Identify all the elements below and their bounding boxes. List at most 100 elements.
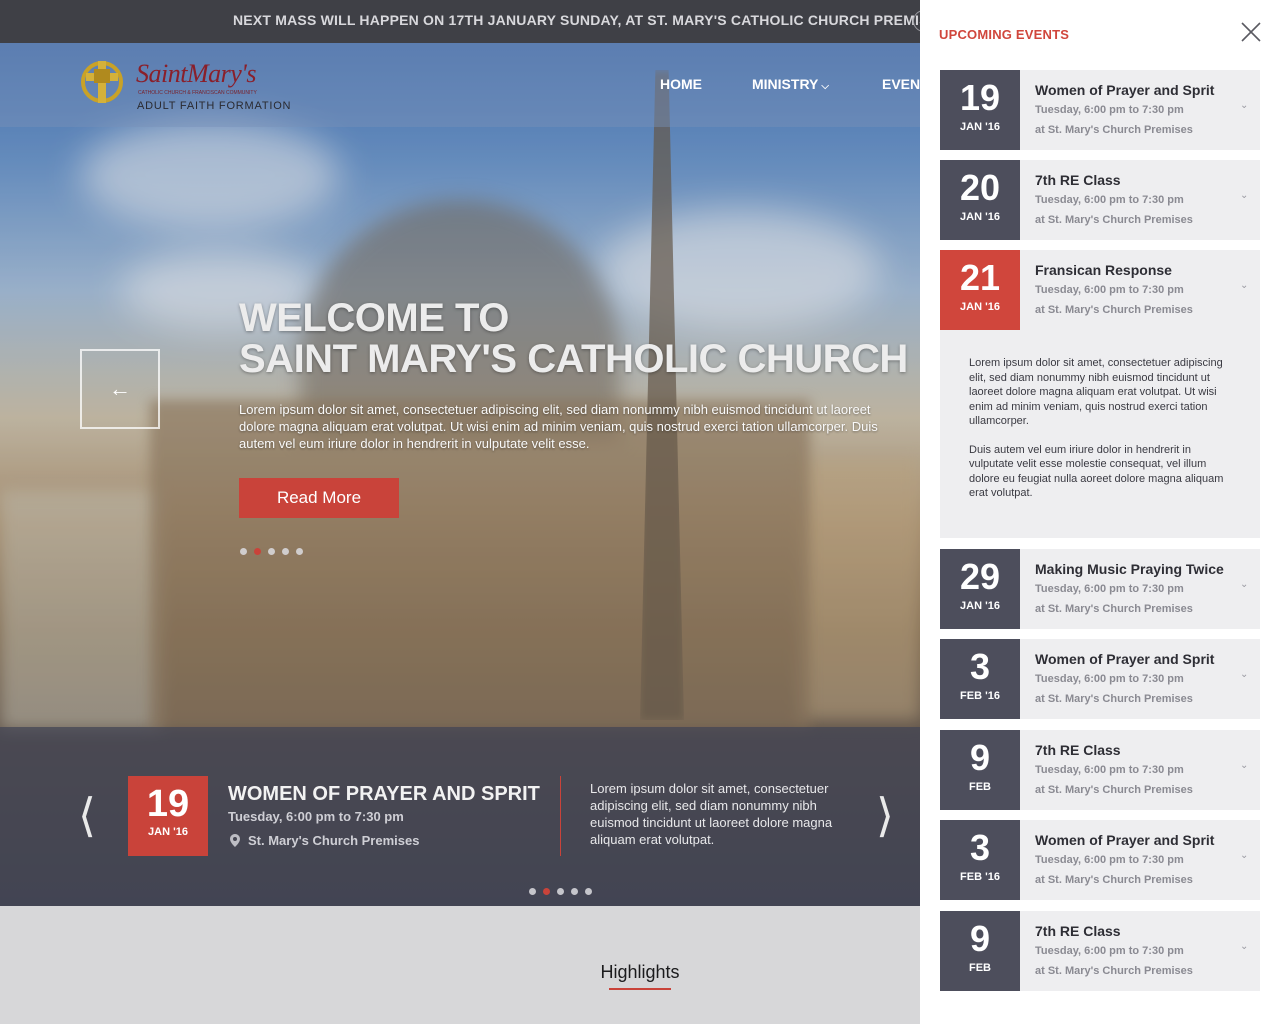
featured-event-description: Lorem ipsum dolor sit amet, consectetuer… (590, 781, 833, 847)
event-day: 9 (969, 918, 991, 959)
event-card-active[interactable]: 21 JAN '16 Fransican Response Tuesday, 6:… (940, 250, 1260, 330)
site-logo[interactable]: SaintMary's CATHOLIC CHURCH & FRANCISCAN… (80, 53, 291, 117)
slider-dot[interactable] (240, 548, 247, 555)
event-card[interactable]: 3 FEB '16 Women of Prayer and Sprit Tuesd… (940, 820, 1260, 900)
event-card[interactable]: 19 JAN '16 Women of Prayer and Sprit Tues… (940, 70, 1260, 150)
close-icon[interactable] (1239, 20, 1263, 44)
map-pin-icon (230, 834, 240, 847)
event-date-box: 9 FEB (940, 730, 1020, 810)
featured-event-time: Tuesday, 6:00 pm to 7:30 pm (228, 809, 404, 824)
event-date-box: 3 FEB '16 (940, 820, 1020, 900)
event-month: JAN '16 (960, 211, 1000, 223)
upcoming-events-panel: UPCOMING EVENTS 19 JAN '16 Women of Praye… (920, 0, 1280, 1024)
featured-event-date: 19 JAN '16 (128, 776, 208, 856)
chevron-down-icon[interactable]: ⌄ (1240, 850, 1248, 861)
event-title: Women of Prayer and Sprit (1035, 832, 1215, 848)
chevron-down-icon[interactable]: ⌄ (1240, 760, 1248, 771)
announcement-bar: NEXT MASS WILL HAPPEN ON 17TH JANUARY SU… (0, 0, 942, 43)
chevron-down-icon[interactable]: ⌄ (1240, 280, 1248, 291)
cross-emblem-icon (81, 61, 123, 103)
slider-dot-active[interactable] (254, 548, 261, 555)
nav-ministry[interactable]: MINISTRY ⌵ (752, 76, 829, 96)
slider-prev-button[interactable]: ← (80, 349, 160, 429)
featured-event-strip: ⟨ 19 JAN '16 WOMEN OF PRAYER AND SPRIT T… (0, 727, 920, 906)
event-details-paragraph: Duis autem vel eum iriure dolor in hendr… (969, 443, 1224, 500)
chevron-down-icon[interactable]: ⌄ (1240, 579, 1248, 590)
event-day: 3 (969, 827, 991, 868)
divider (560, 776, 561, 856)
slider-dot[interactable] (268, 548, 275, 555)
slider-dot-active[interactable] (543, 888, 550, 895)
event-day: 3 (969, 646, 991, 687)
hero-title-line2: SAINT MARY'S CATHOLIC CHURCH (239, 337, 908, 381)
event-details-expanded: Lorem ipsum dolor sit amet, consectetuer… (940, 330, 1260, 538)
featured-event-title[interactable]: WOMEN OF PRAYER AND SPRIT (228, 783, 540, 806)
event-next-button[interactable]: ⟩ (876, 792, 894, 838)
nav-ministry-label: MINISTRY (752, 76, 819, 92)
event-place: at St. Mary's Church Premises (1035, 784, 1193, 796)
event-day: 9 (969, 737, 991, 778)
nav-events[interactable]: EVENTS (882, 76, 920, 96)
chevron-right-icon: ⟩ (876, 788, 894, 842)
event-place: at St. Mary's Church Premises (1035, 693, 1193, 705)
event-time: Tuesday, 6:00 pm to 7:30 pm (1035, 104, 1184, 116)
event-place: at St. Mary's Church Premises (1035, 304, 1193, 316)
event-time: Tuesday, 6:00 pm to 7:30 pm (1035, 583, 1184, 595)
event-card[interactable]: 9 FEB 7th RE Class Tuesday, 6:00 pm to 7:… (940, 911, 1260, 991)
event-card[interactable]: 3 FEB '16 Women of Prayer and Sprit Tuesd… (940, 639, 1260, 719)
chevron-down-icon[interactable]: ⌄ (1240, 941, 1248, 952)
featured-event-place: St. Mary's Church Premises (230, 833, 419, 848)
event-title: 7th RE Class (1035, 923, 1121, 939)
event-date-box: 21 JAN '16 (940, 250, 1020, 330)
event-month: FEB '16 (960, 690, 1000, 702)
event-card[interactable]: 9 FEB 7th RE Class Tuesday, 6:00 pm to 7:… (940, 730, 1260, 810)
event-time: Tuesday, 6:00 pm to 7:30 pm (1035, 945, 1184, 957)
logo-tagline: CATHOLIC CHURCH & FRANCISCAN COMMUNITY (138, 90, 257, 96)
featured-event-place-text: St. Mary's Church Premises (248, 833, 420, 848)
slider-dot[interactable] (585, 888, 592, 895)
chevron-left-icon: ⟨ (78, 788, 96, 842)
event-month: FEB (969, 781, 991, 793)
event-title: Women of Prayer and Sprit (1035, 82, 1215, 98)
featured-event-month: JAN '16 (148, 826, 188, 838)
event-day: 21 (959, 257, 1001, 298)
logo-subtitle: ADULT FAITH FORMATION (137, 100, 292, 112)
nav-home-label: HOME (660, 76, 702, 92)
event-place: at St. Mary's Church Premises (1035, 874, 1193, 886)
announcement-text: NEXT MASS WILL HAPPEN ON 17TH JANUARY SU… (233, 12, 943, 28)
nav-home[interactable]: HOME (660, 76, 702, 96)
event-month: FEB '16 (960, 871, 1000, 883)
hero-title-line1: WELCOME TO (239, 296, 509, 340)
chevron-down-icon: ⌵ (821, 81, 829, 92)
event-time: Tuesday, 6:00 pm to 7:30 pm (1035, 673, 1184, 685)
read-more-button[interactable]: Read More (239, 478, 399, 518)
panel-title: UPCOMING EVENTS (939, 27, 1070, 42)
event-date-box: 20 JAN '16 (940, 160, 1020, 240)
slider-dot[interactable] (282, 548, 289, 555)
slider-dot[interactable] (296, 548, 303, 555)
chevron-down-icon[interactable]: ⌄ (1240, 669, 1248, 680)
event-date-box: 3 FEB '16 (940, 639, 1020, 719)
event-day: 29 (959, 556, 1001, 597)
event-month: JAN '16 (960, 121, 1000, 133)
event-card[interactable]: 20 JAN '16 7th RE Class Tuesday, 6:00 pm … (940, 160, 1260, 240)
event-place: at St. Mary's Church Premises (1035, 965, 1193, 977)
chevron-down-icon[interactable]: ⌄ (1240, 100, 1248, 111)
nav-events-label: EVENTS (882, 76, 920, 92)
event-title: 7th RE Class (1035, 172, 1121, 188)
featured-event-day: 19 (146, 783, 190, 825)
event-day: 20 (959, 167, 1001, 208)
event-title: Fransican Response (1035, 262, 1172, 278)
event-month: FEB (969, 962, 991, 974)
event-month: JAN '16 (960, 301, 1000, 313)
event-slider-dots (529, 888, 592, 895)
hero-title: WELCOME TO SAINT MARY'S CATHOLIC CHURCH (239, 298, 908, 380)
event-prev-button[interactable]: ⟨ (78, 792, 96, 838)
slider-dot[interactable] (557, 888, 564, 895)
chevron-down-icon[interactable]: ⌄ (1240, 190, 1248, 201)
slider-dot[interactable] (529, 888, 536, 895)
event-card[interactable]: 29 JAN '16 Making Music Praying Twice Tue… (940, 549, 1260, 629)
slider-dot[interactable] (571, 888, 578, 895)
arrow-left-icon: ← (109, 376, 131, 401)
event-month: JAN '16 (960, 600, 1000, 612)
